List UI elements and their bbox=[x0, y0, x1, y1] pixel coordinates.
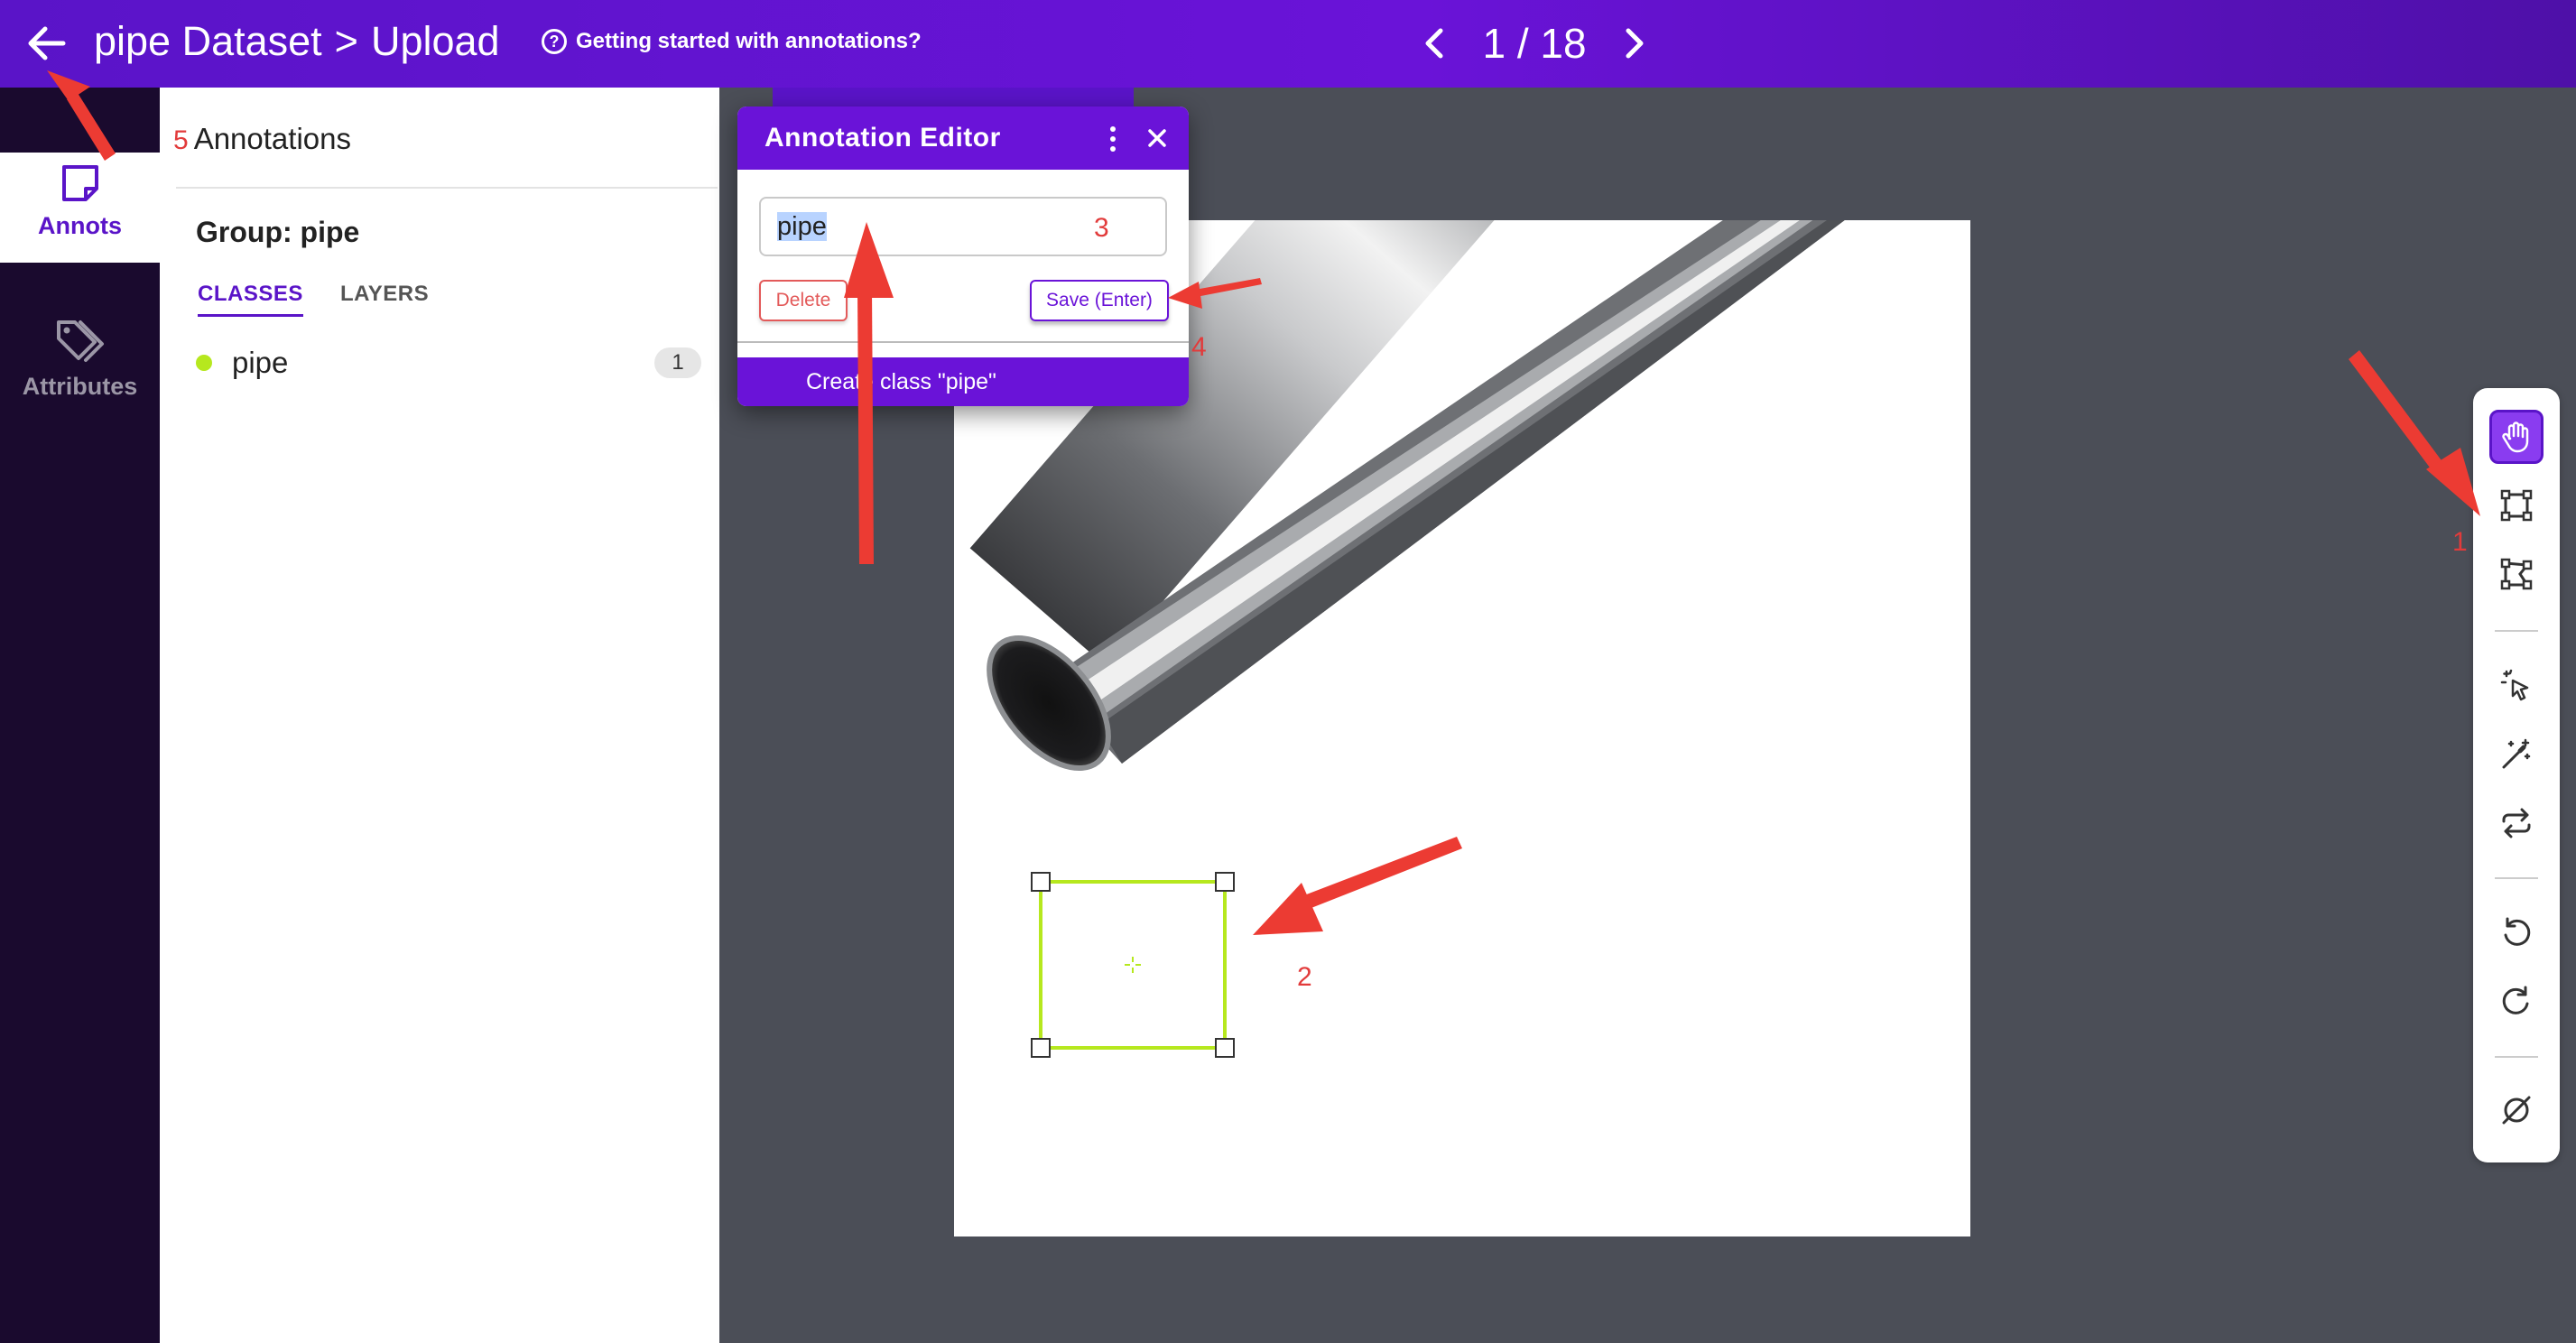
toolbar-divider bbox=[2495, 630, 2538, 632]
toolbar-divider bbox=[2495, 1056, 2538, 1058]
box-center-icon bbox=[1125, 957, 1141, 973]
chevron-right-icon bbox=[1626, 28, 1644, 59]
polygon-tool-button[interactable] bbox=[2489, 547, 2544, 601]
image-pager: 1 / 18 bbox=[1408, 13, 1661, 74]
magic-wand-tool-button[interactable] bbox=[2489, 727, 2544, 782]
annotations-panel: 5 Annotations Group: pipe CLASSES LAYERS … bbox=[160, 88, 719, 1343]
magic-select-icon bbox=[2500, 669, 2529, 701]
resize-handle-top-right[interactable] bbox=[1215, 872, 1235, 892]
top-bar: pipe Dataset > Upload ? Getting started wi… bbox=[0, 0, 2576, 88]
canvas-top-tab bbox=[773, 88, 1134, 107]
instruction-number-5: 5 bbox=[173, 125, 189, 155]
previous-image-button[interactable] bbox=[1408, 16, 1462, 70]
create-class-option[interactable]: Create class "pipe" bbox=[737, 357, 1189, 406]
tool-palette bbox=[2473, 388, 2560, 1162]
class-list-item[interactable]: pipe 1 bbox=[196, 340, 701, 385]
group-title: Group: pipe bbox=[196, 216, 360, 248]
bounding-box-icon bbox=[2500, 489, 2533, 522]
pan-tool-button[interactable] bbox=[2489, 410, 2544, 464]
annotations-header: 5 Annotations bbox=[173, 122, 351, 156]
class-name-input-value: pipe bbox=[777, 212, 827, 241]
bounding-box-tool-button[interactable] bbox=[2489, 478, 2544, 533]
left-rail: Annots Attributes bbox=[0, 88, 160, 1343]
bounding-box-annotation[interactable] bbox=[1029, 871, 1246, 1061]
resize-handle-bottom-right[interactable] bbox=[1215, 1038, 1235, 1058]
chevron-left-icon bbox=[1425, 28, 1443, 59]
rail-item-attributes[interactable]: Attributes bbox=[0, 308, 160, 416]
breadcrumb: pipe Dataset > Upload bbox=[94, 14, 500, 69]
rail-item-annots[interactable]: Annots bbox=[0, 153, 160, 263]
toolbar-divider bbox=[2495, 877, 2538, 879]
resize-handle-top-left[interactable] bbox=[1031, 872, 1051, 892]
close-icon[interactable] bbox=[1142, 123, 1172, 153]
next-image-button[interactable] bbox=[1607, 16, 1661, 70]
instruction-number-3: 3 bbox=[1094, 213, 1109, 243]
redo-button[interactable] bbox=[2489, 973, 2544, 1027]
resize-handle-bottom-left[interactable] bbox=[1031, 1038, 1051, 1058]
smart-select-tool-button[interactable] bbox=[2489, 659, 2544, 713]
tab-classes[interactable]: CLASSES bbox=[198, 282, 303, 317]
class-count-badge: 1 bbox=[654, 347, 701, 378]
repeat-icon bbox=[2502, 808, 2531, 838]
instruction-number-4: 4 bbox=[1191, 332, 1207, 362]
class-name: pipe bbox=[232, 346, 289, 379]
tab-layers[interactable]: LAYERS bbox=[340, 282, 429, 314]
breadcrumb-dataset[interactable]: pipe Dataset bbox=[94, 18, 322, 64]
editor-title: Annotation Editor bbox=[737, 107, 1189, 170]
breadcrumb-separator: > bbox=[334, 18, 358, 64]
sticky-note-icon bbox=[61, 165, 98, 201]
page-indicator: 1 / 18 bbox=[1482, 20, 1587, 67]
editor-divider bbox=[737, 341, 1189, 343]
annotations-title: Annotations bbox=[193, 122, 351, 155]
help-icon: ? bbox=[542, 29, 567, 54]
help-link[interactable]: ? Getting started with annotations? bbox=[542, 25, 922, 58]
instruction-number-1: 1 bbox=[2452, 527, 2468, 557]
clear-icon bbox=[2502, 1096, 2531, 1125]
class-color-dot bbox=[196, 355, 212, 371]
undo-icon bbox=[2504, 917, 2531, 946]
redo-icon bbox=[2502, 986, 2529, 1014]
help-link-label: Getting started with annotations? bbox=[576, 29, 922, 53]
pan-hand-icon bbox=[2502, 421, 2529, 453]
delete-button[interactable]: Delete bbox=[759, 280, 848, 321]
undo-button[interactable] bbox=[2489, 904, 2544, 959]
tags-icon bbox=[56, 320, 104, 362]
more-vertical-icon[interactable] bbox=[1107, 125, 1118, 153]
polygon-icon bbox=[2500, 558, 2533, 590]
panel-divider bbox=[176, 187, 718, 189]
back-arrow-icon[interactable] bbox=[20, 16, 74, 70]
repeat-tool-button[interactable] bbox=[2489, 796, 2544, 850]
rail-annots-label: Annots bbox=[38, 212, 122, 239]
magic-wand-icon bbox=[2502, 738, 2531, 769]
instruction-number-2: 2 bbox=[1297, 962, 1312, 992]
rail-attributes-label: Attributes bbox=[22, 373, 138, 400]
annotation-editor: Annotation Editor pipe Delete Save (Ente… bbox=[737, 107, 1189, 406]
save-button[interactable]: Save (Enter) bbox=[1030, 280, 1169, 321]
breadcrumb-page: Upload bbox=[370, 18, 500, 64]
clear-annotations-button[interactable] bbox=[2489, 1083, 2544, 1137]
